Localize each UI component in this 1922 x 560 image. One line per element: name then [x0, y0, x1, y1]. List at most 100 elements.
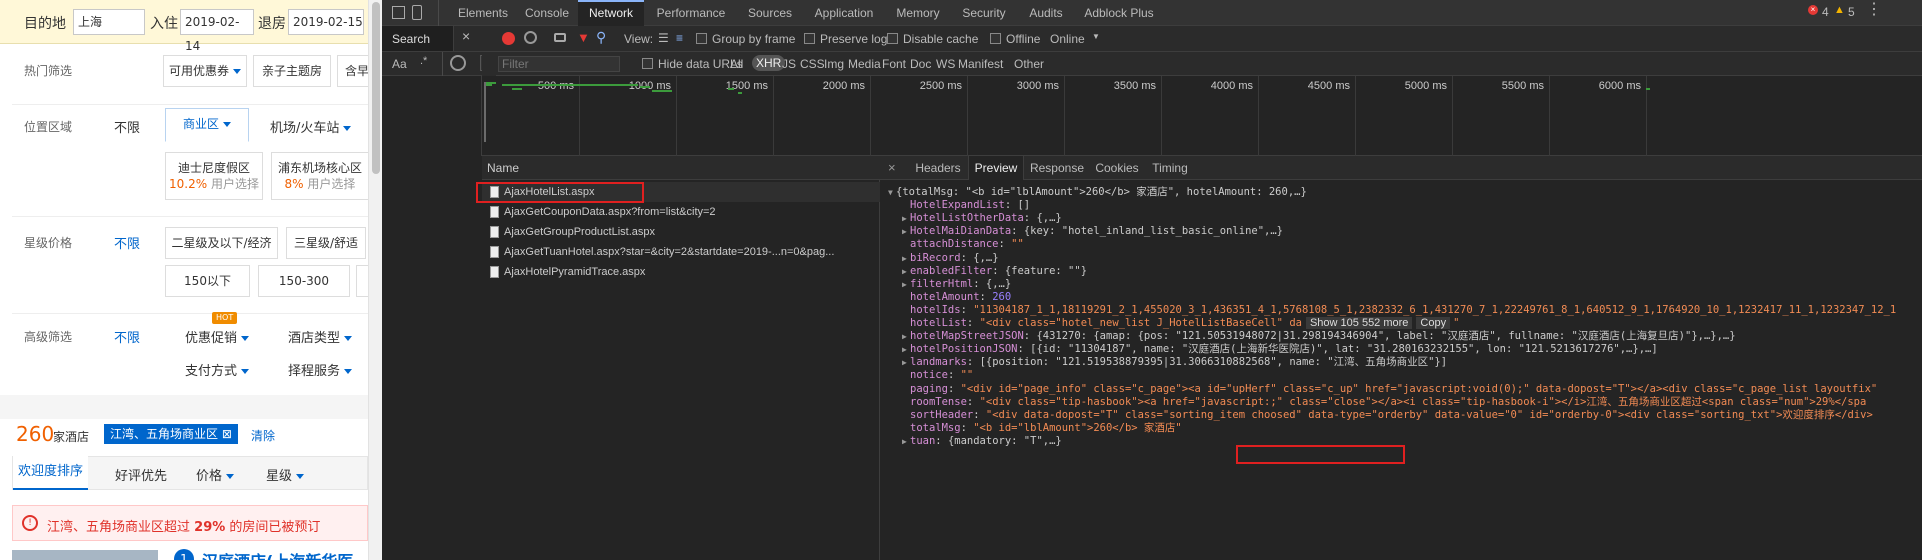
tab-business-district[interactable]: 商业区: [165, 108, 249, 142]
tab-audits[interactable]: Audits: [1018, 0, 1074, 26]
expand-right-icon[interactable]: ▶: [902, 434, 910, 450]
sort-price[interactable]: 价格: [196, 465, 235, 484]
hide-data-urls-checkbox[interactable]: [642, 58, 653, 69]
sort-star[interactable]: 星级: [266, 465, 305, 484]
close-icon[interactable]: ×: [888, 160, 896, 175]
preserve-log-checkbox[interactable]: [804, 33, 815, 44]
search-label[interactable]: Search: [392, 32, 430, 46]
type-css[interactable]: CSS: [800, 57, 825, 71]
large-rows-icon[interactable]: ☰: [658, 31, 669, 45]
expand-down-icon[interactable]: ▼: [888, 185, 896, 201]
star-three-option[interactable]: 三星级/舒适: [286, 227, 366, 259]
chevron-down-icon: [241, 369, 250, 374]
close-icon[interactable]: ⊠: [222, 427, 232, 441]
record-icon[interactable]: [502, 32, 515, 45]
price-150-300[interactable]: 150-300: [258, 265, 350, 297]
type-js[interactable]: JS: [782, 57, 796, 71]
tab-cookies[interactable]: Cookies: [1090, 156, 1144, 180]
tab-sources[interactable]: Sources: [738, 0, 802, 26]
checkin-input[interactable]: 2019-02-14: [180, 9, 254, 53]
timeline-tick: 2000 ms: [822, 80, 865, 92]
location-nolimit[interactable]: 不限: [114, 117, 140, 136]
filter-icon[interactable]: ▼: [577, 30, 590, 45]
price-under-150[interactable]: 150以下: [165, 265, 250, 297]
request-row[interactable]: AjaxGetCouponData.aspx?from=list&city=2: [482, 202, 880, 222]
family-theme-filter[interactable]: 亲子主题房: [253, 55, 331, 87]
disable-cache-checkbox[interactable]: [887, 33, 898, 44]
device-toolbar-icon[interactable]: [412, 5, 422, 20]
tab-network[interactable]: Network: [578, 0, 644, 26]
warning-count[interactable]: 5: [1848, 5, 1855, 19]
error-count[interactable]: 4: [1822, 5, 1829, 19]
request-row[interactable]: AjaxGetGroupProductList.aspx: [482, 222, 880, 242]
tab-response[interactable]: Response: [1024, 156, 1090, 180]
close-icon[interactable]: ×: [462, 28, 470, 44]
chevron-down-icon[interactable]: ▼: [1092, 32, 1100, 41]
type-doc[interactable]: Doc: [910, 57, 931, 71]
search-icon[interactable]: ⚲: [596, 29, 606, 46]
tab-memory[interactable]: Memory: [886, 0, 950, 26]
throttling-select[interactable]: Online: [1050, 32, 1085, 46]
page-scrollbar[interactable]: [368, 0, 382, 560]
payment-filter[interactable]: 支付方式: [185, 360, 250, 379]
clear-link[interactable]: 清除: [251, 427, 275, 444]
service-filter[interactable]: 择程服务: [288, 360, 353, 379]
scrollbar-thumb[interactable]: [372, 2, 380, 174]
tab-performance[interactable]: Performance: [644, 0, 738, 26]
type-ws[interactable]: WS: [936, 57, 955, 71]
landmark-card[interactable]: 浦东机场核心区 8% 用户选择: [271, 152, 369, 200]
inspect-icon[interactable]: [392, 6, 405, 19]
destination-input[interactable]: 上海: [73, 9, 145, 35]
type-other[interactable]: Other: [1014, 57, 1044, 71]
tab-console[interactable]: Console: [516, 0, 578, 26]
checkout-input[interactable]: 2019-02-15: [288, 9, 364, 35]
hotel-name-link[interactable]: 汉庭酒店(上海新华医: [202, 548, 353, 560]
sort-rating[interactable]: 好评优先: [115, 465, 167, 484]
tab-preview[interactable]: Preview: [968, 156, 1024, 180]
selected-tag[interactable]: 江湾、五角场商业区 ⊠: [104, 424, 238, 444]
timeline-edge: [484, 82, 486, 142]
type-media[interactable]: Media: [848, 57, 881, 71]
timeline-bar: [728, 88, 734, 90]
type-font[interactable]: Font: [882, 57, 906, 71]
request-row[interactable]: AjaxGetTuanHotel.aspx?star=&city=2&start…: [482, 242, 880, 262]
filter-input[interactable]: Filter: [502, 57, 529, 71]
request-row[interactable]: AjaxHotelPyramidTrace.aspx: [482, 262, 880, 282]
json-line[interactable]: ▶ tuan: {mandatory: "T",…}: [902, 433, 1062, 449]
hotel-thumbnail[interactable]: [12, 550, 158, 560]
group-by-frame-label: Group by frame: [712, 32, 796, 46]
tab-adblock-plus[interactable]: Adblock Plus: [1074, 0, 1164, 26]
star-economy-option[interactable]: 二星级及以下/经济: [165, 227, 278, 259]
tab-elements[interactable]: Elements: [450, 0, 516, 26]
match-case-toggle[interactable]: Aa: [392, 57, 407, 71]
clear-icon[interactable]: [524, 31, 537, 44]
timeline-tick: 6000 ms: [1598, 80, 1641, 92]
type-manifest[interactable]: Manifest: [958, 57, 1003, 71]
group-by-frame-checkbox[interactable]: [696, 33, 707, 44]
json-line[interactable]: ▶ landmarks: [{position: "121.51953887939…: [902, 354, 1447, 370]
tab-airport-station[interactable]: 机场/火车站: [270, 117, 352, 136]
coupon-filter[interactable]: 可用优惠券: [163, 55, 247, 87]
type-xhr[interactable]: XHR: [752, 55, 786, 71]
tab-application[interactable]: Application: [802, 0, 886, 26]
refresh-icon[interactable]: [450, 55, 466, 71]
promo-filter[interactable]: 优惠促销: [185, 327, 250, 346]
star-nolimit[interactable]: 不限: [114, 233, 140, 252]
tab-timing[interactable]: Timing: [1144, 156, 1196, 180]
hotel-type-filter[interactable]: 酒店类型: [288, 327, 353, 346]
more-icon[interactable]: ⋮: [1866, 2, 1882, 18]
tab-security[interactable]: Security: [950, 0, 1018, 26]
overview-icon[interactable]: ≡: [676, 31, 683, 45]
type-all[interactable]: All: [730, 57, 743, 71]
offline-checkbox[interactable]: [990, 33, 1001, 44]
filter-row: Filter Hide data URLs All XHR JS CSS Img…: [482, 52, 1922, 76]
camera-icon[interactable]: [554, 33, 566, 42]
tab-headers[interactable]: Headers: [908, 156, 968, 180]
advanced-nolimit[interactable]: 不限: [114, 327, 140, 346]
name-column-header[interactable]: Name: [482, 156, 880, 180]
type-img[interactable]: Img: [824, 57, 844, 71]
landmark-card[interactable]: 迪士尼度假区 10.2% 用户选择: [165, 152, 263, 200]
chevron-down-icon: [233, 69, 241, 74]
regex-icon[interactable]: .*: [420, 55, 427, 67]
sort-popularity[interactable]: 欢迎度排序: [13, 456, 88, 490]
